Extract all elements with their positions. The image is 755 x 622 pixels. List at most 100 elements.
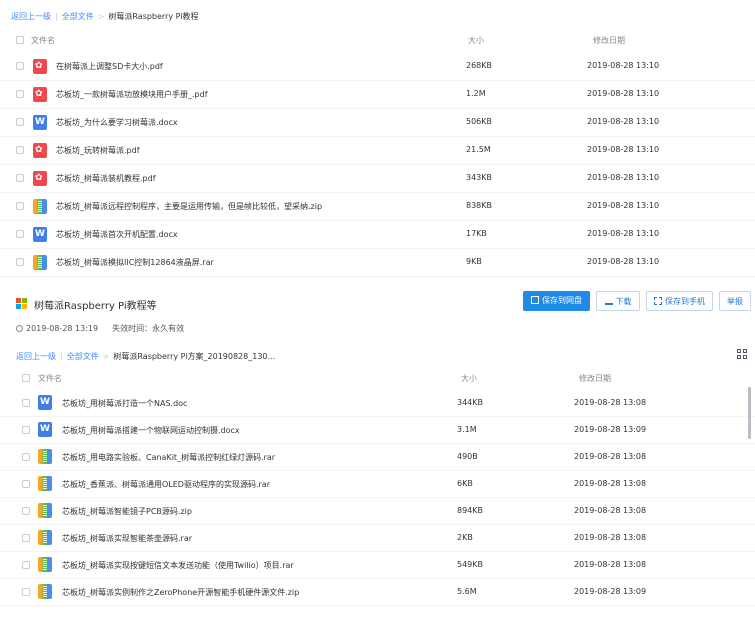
file-name[interactable]: 芯板坊_用电路实验板、CanaKit_树莓派控制红绿灯源码.rar — [62, 452, 275, 463]
file-row[interactable]: 芯板坊_用电路实验板、CanaKit_树莓派控制红绿灯源码.rar 490B 201… — [0, 443, 755, 471]
file-row[interactable]: 芯板坊_树莓派远程控制程序，主要是运用传输，但是帧比较低，望采纳.zip 838K… — [0, 192, 755, 221]
row-checkbox[interactable] — [16, 62, 24, 70]
file-name[interactable]: 芯板坊_一款树莓派功放模块用户手册_.pdf — [56, 89, 208, 100]
file-date: 2019-08-28 13:08 — [574, 559, 647, 569]
file-name[interactable]: 芯板坊_树莓派首次开机配置.docx — [56, 229, 178, 240]
file-name[interactable]: 芯板坊_树莓派实例制作之ZeroPhone开源智能手机硬件源文件.zip — [62, 587, 299, 598]
table-header: 文件名 大小 修改日期 — [0, 369, 755, 387]
file-size: 9KB — [466, 257, 482, 266]
file-date: 2019-08-28 13:10 — [587, 89, 660, 98]
clock-icon — [16, 325, 23, 332]
zip-file-icon — [38, 503, 52, 518]
file-name[interactable]: 在树莓派上调整SD卡大小.pdf — [56, 61, 163, 72]
row-checkbox[interactable] — [16, 230, 24, 238]
file-size: 343KB — [466, 173, 493, 182]
grid-cell — [737, 355, 741, 359]
qr-code-icon — [654, 297, 662, 305]
file-name[interactable]: 芯板坊_为什么要学习树莓派.docx — [56, 117, 178, 128]
file-date: 2019-08-28 13:10 — [587, 229, 660, 238]
file-date: 2019-08-28 13:08 — [574, 478, 647, 488]
breadcrumb-all-files-link[interactable]: 全部文件 — [62, 12, 94, 21]
file-row[interactable]: 芯板坊_树莓派模拟IIC控制12864液晶屏.rar 9KB 2019-08-28 … — [0, 248, 755, 277]
file-row[interactable]: 芯板坊_树莓派首次开机配置.docx 17KB 2019-08-28 13:10 — [0, 220, 755, 249]
select-all-checkbox[interactable] — [16, 36, 24, 44]
column-header-size[interactable]: 大小 — [468, 35, 484, 46]
row-checkbox[interactable] — [22, 398, 30, 407]
file-row[interactable]: 芯板坊_用树莓派打造一个NAS.doc 344KB 2019-08-28 13:08 — [0, 389, 755, 417]
file-row[interactable]: 芯板坊_树莓派智能镜子PCB源码.zip 894KB 2019-08-28 13:0… — [0, 497, 755, 525]
file-size: 506KB — [466, 117, 493, 126]
download-button[interactable]: 下载 — [596, 291, 640, 311]
word-file-icon — [33, 226, 47, 242]
row-checkbox[interactable] — [22, 533, 30, 542]
row-checkbox[interactable] — [16, 174, 24, 182]
file-name[interactable]: 芯板坊_树莓派装机教程.pdf — [56, 173, 156, 184]
pdf-file-icon — [33, 142, 47, 158]
row-checkbox[interactable] — [22, 479, 30, 488]
select-all-checkbox[interactable] — [22, 374, 30, 382]
column-header-date[interactable]: 修改日期 — [579, 373, 611, 384]
zip-file-icon — [38, 530, 52, 545]
file-name[interactable]: 芯板坊_树莓派远程控制程序，主要是运用传输，但是帧比较低，望采纳.zip — [56, 201, 322, 212]
row-checkbox[interactable] — [16, 258, 24, 266]
report-label: 举报 — [727, 297, 743, 306]
breadcrumb-all-files-link[interactable]: 全部文件 — [67, 352, 99, 361]
file-row[interactable]: 芯板坊_香蕉派、树莓派通用OLED驱动程序的实现源码.rar 6KB 2019-08… — [0, 470, 755, 498]
column-header-date[interactable]: 修改日期 — [593, 35, 625, 46]
save-to-phone-label: 保存到手机 — [665, 297, 705, 306]
file-row[interactable]: 芯板坊_树莓派实现智能茶壶源码.rar 2KB 2019-08-28 13:08 — [0, 524, 755, 552]
table-header: 文件名 大小 修改日期 — [0, 31, 755, 49]
breadcrumb-back-link[interactable]: 返回上一级 — [11, 12, 51, 21]
file-row[interactable]: 芯板坊_玩转树莓派.pdf 21.5M 2019-08-28 13:10 — [0, 136, 755, 165]
file-date: 2019-08-28 13:10 — [587, 173, 660, 182]
file-name[interactable]: 芯板坊_树莓派实现智能茶壶源码.rar — [62, 533, 192, 544]
column-header-size[interactable]: 大小 — [461, 373, 477, 384]
file-name[interactable]: 芯板坊_香蕉派、树莓派通用OLED驱动程序的实现源码.rar — [62, 479, 270, 490]
column-header-name[interactable]: 文件名 — [38, 373, 62, 384]
file-name[interactable]: 芯板坊_树莓派模拟IIC控制12864液晶屏.rar — [56, 257, 214, 268]
row-checkbox[interactable] — [22, 506, 30, 515]
breadcrumb-back-link[interactable]: 返回上一级 — [16, 352, 56, 361]
row-checkbox[interactable] — [22, 587, 30, 596]
breadcrumb: 返回上一级 | 全部文件 > 树莓派Raspberry Pi方案_20190828_13… — [16, 352, 276, 361]
row-checkbox[interactable] — [16, 202, 24, 210]
row-checkbox[interactable] — [16, 146, 24, 154]
row-checkbox[interactable] — [22, 452, 30, 461]
file-name[interactable]: 芯板坊_树莓派智能镜子PCB源码.zip — [62, 506, 192, 517]
file-name[interactable]: 芯板坊_用树莓派搭建一个物联网运动控制摄.docx — [62, 425, 240, 436]
file-row[interactable]: 芯板坊_一款树莓派功放模块用户手册_.pdf 1.2M 2019-08-28 13:… — [0, 80, 755, 109]
row-checkbox[interactable] — [22, 425, 30, 434]
file-name[interactable]: 芯板坊_树莓派实现按键短信文本发送功能（使用Twilio）项目.rar — [62, 560, 294, 571]
file-row[interactable]: 芯板坊_为什么要学习树莓派.docx 506KB 2019-08-28 13:10 — [0, 108, 755, 137]
row-checkbox[interactable] — [16, 90, 24, 98]
row-checkbox[interactable] — [22, 560, 30, 569]
top-file-panel: 返回上一级 | 全部文件 > 树莓派Raspberry Pi教程 文件名 大小 修改日期… — [0, 0, 755, 277]
file-date: 2019-08-28 13:08 — [574, 532, 647, 542]
column-header-name[interactable]: 文件名 — [31, 35, 55, 46]
file-size: 21.5M — [466, 145, 491, 154]
file-size: 549KB — [457, 559, 484, 569]
share-meta: 2019-08-28 13:19 失效时间：永久有效 — [16, 323, 184, 334]
file-row[interactable]: 芯板坊_用树莓派搭建一个物联网运动控制摄.docx 3.1M 2019-08-28 … — [0, 416, 755, 444]
file-row[interactable]: 芯板坊_树莓派实例制作之ZeroPhone开源智能手机硬件源文件.zip 5.6M… — [0, 578, 755, 606]
pdf-file-icon — [33, 170, 47, 186]
row-checkbox[interactable] — [16, 118, 24, 126]
save-to-cloud-button[interactable]: 保存到网盘 — [523, 291, 590, 311]
grid-cell — [743, 349, 747, 353]
grid-view-icon[interactable] — [737, 349, 747, 359]
file-row[interactable]: 芯板坊_树莓派实现按键短信文本发送功能（使用Twilio）项目.rar 549KB… — [0, 551, 755, 579]
breadcrumb-current: 树莓派Raspberry Pi教程 — [108, 12, 199, 21]
file-row[interactable]: 在树莓派上调整SD卡大小.pdf 268KB 2019-08-28 13:10 — [0, 52, 755, 81]
word-file-icon — [38, 422, 52, 437]
file-name[interactable]: 芯板坊_玩转树莓派.pdf — [56, 145, 140, 156]
file-row[interactable]: 芯板坊_树莓派装机教程.pdf 343KB 2019-08-28 13:10 — [0, 164, 755, 193]
zip-file-icon — [38, 449, 52, 464]
save-to-phone-button[interactable]: 保存到手机 — [646, 291, 713, 311]
logo-square — [22, 298, 27, 303]
scrollbar[interactable] — [748, 387, 751, 439]
report-button[interactable]: 举报 — [719, 291, 751, 311]
breadcrumb-current: 树莓派Raspberry Pi方案_20190828_130... — [113, 352, 276, 361]
file-name[interactable]: 芯板坊_用树莓派打造一个NAS.doc — [62, 398, 187, 409]
zip-file-icon — [38, 476, 52, 491]
logo-square — [16, 298, 21, 303]
